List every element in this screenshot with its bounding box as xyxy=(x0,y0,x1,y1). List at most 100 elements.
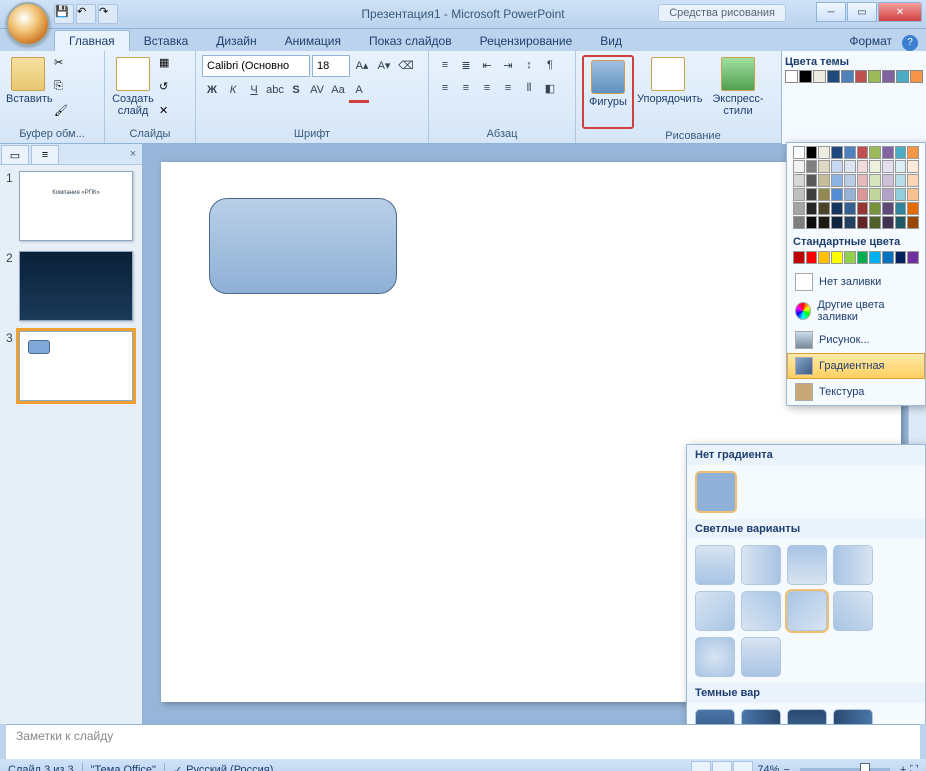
color-swatch[interactable] xyxy=(869,160,881,173)
color-swatch[interactable] xyxy=(806,216,818,229)
tab-animation[interactable]: Анимация xyxy=(271,31,355,51)
new-slide-button[interactable]: Создать слайд xyxy=(111,55,155,123)
copy-icon[interactable]: ⎘ xyxy=(53,79,75,101)
color-swatch[interactable] xyxy=(857,216,869,229)
arrange-button[interactable]: Упорядочить xyxy=(637,55,699,123)
color-swatch[interactable] xyxy=(806,202,818,215)
color-swatch[interactable] xyxy=(882,174,894,187)
color-swatch[interactable] xyxy=(806,160,818,173)
color-swatch[interactable] xyxy=(869,202,881,215)
color-swatch[interactable] xyxy=(882,251,894,264)
color-swatch[interactable] xyxy=(793,146,805,159)
color-swatch[interactable] xyxy=(844,146,856,159)
redo-icon[interactable]: ↷ xyxy=(98,4,118,24)
strike-icon[interactable]: abc xyxy=(265,80,285,100)
no-gradient-swatch[interactable] xyxy=(695,471,737,513)
text-dir-icon[interactable]: ¶ xyxy=(540,55,560,75)
color-swatch[interactable] xyxy=(882,202,894,215)
color-swatch[interactable] xyxy=(855,70,868,83)
color-swatch[interactable] xyxy=(895,251,907,264)
color-swatch[interactable] xyxy=(869,174,881,187)
grow-font-icon[interactable]: A▴ xyxy=(352,55,372,75)
font-name-combo[interactable]: Calibri (Основно xyxy=(202,55,310,77)
color-swatch[interactable] xyxy=(882,146,894,159)
color-swatch[interactable] xyxy=(844,251,856,264)
italic-icon[interactable]: К xyxy=(223,80,243,100)
picture-fill-item[interactable]: Рисунок... xyxy=(787,327,925,353)
tab-slideshow[interactable]: Показ слайдов xyxy=(355,31,466,51)
color-swatch[interactable] xyxy=(869,188,881,201)
color-swatch[interactable] xyxy=(907,251,919,264)
zoom-in-icon[interactable]: + xyxy=(900,764,906,771)
clear-format-icon[interactable]: ⌫ xyxy=(396,55,416,75)
color-swatch[interactable] xyxy=(895,188,907,201)
color-swatch[interactable] xyxy=(895,202,907,215)
color-swatch[interactable] xyxy=(869,146,881,159)
line-spacing-icon[interactable]: ↕ xyxy=(519,55,539,75)
color-swatch[interactable] xyxy=(895,174,907,187)
numbering-icon[interactable]: ≣ xyxy=(456,55,476,75)
slides-tab-icon[interactable]: ▭ xyxy=(1,145,29,165)
columns-icon[interactable]: ⫴ xyxy=(519,78,539,98)
color-swatch[interactable] xyxy=(857,202,869,215)
thumb-1[interactable]: 1 Компания «РПК» xyxy=(6,171,136,241)
gradient-fill-item[interactable]: Градиентная xyxy=(787,353,925,379)
color-swatch[interactable] xyxy=(785,70,798,83)
color-swatch[interactable] xyxy=(895,160,907,173)
color-swatch[interactable] xyxy=(806,146,818,159)
color-swatch[interactable] xyxy=(818,251,830,264)
color-swatch[interactable] xyxy=(818,160,830,173)
color-swatch[interactable] xyxy=(882,70,895,83)
color-swatch[interactable] xyxy=(857,188,869,201)
thumb-2[interactable]: 2 xyxy=(6,251,136,321)
color-swatch[interactable] xyxy=(844,202,856,215)
format-painter-icon[interactable]: 🖌 xyxy=(53,103,75,125)
color-swatch[interactable] xyxy=(799,70,812,83)
color-swatch[interactable] xyxy=(841,70,854,83)
zoom-value[interactable]: 74% xyxy=(757,764,779,771)
zoom-out-icon[interactable]: − xyxy=(783,764,789,771)
language[interactable]: Русский (Россия) xyxy=(186,764,273,771)
color-swatch[interactable] xyxy=(869,216,881,229)
color-swatch[interactable] xyxy=(818,146,830,159)
color-swatch[interactable] xyxy=(813,70,826,83)
paste-button[interactable]: Вставить xyxy=(6,55,50,123)
color-swatch[interactable] xyxy=(907,188,919,201)
spellcheck-icon[interactable]: ✓ xyxy=(173,764,182,771)
color-swatch[interactable] xyxy=(882,216,894,229)
color-swatch[interactable] xyxy=(857,251,869,264)
color-swatch[interactable] xyxy=(831,146,843,159)
color-swatch[interactable] xyxy=(793,174,805,187)
close-button[interactable]: ✕ xyxy=(878,2,922,22)
color-swatch[interactable] xyxy=(818,188,830,201)
indent-inc-icon[interactable]: ⇥ xyxy=(498,55,518,75)
normal-view-icon[interactable] xyxy=(691,761,711,771)
reset-icon[interactable]: ↺ xyxy=(158,79,180,101)
bold-icon[interactable]: Ж xyxy=(202,80,222,100)
outline-tab-icon[interactable]: ≡ xyxy=(31,145,59,165)
align-center-icon[interactable]: ≡ xyxy=(456,78,476,98)
color-swatch[interactable] xyxy=(844,160,856,173)
color-swatch[interactable] xyxy=(857,146,869,159)
font-color-icon[interactable]: A xyxy=(349,80,369,103)
color-swatch[interactable] xyxy=(806,188,818,201)
slideshow-view-icon[interactable] xyxy=(733,761,753,771)
color-swatch[interactable] xyxy=(831,202,843,215)
light-gradient-swatch[interactable] xyxy=(741,637,781,677)
shrink-font-icon[interactable]: A▾ xyxy=(374,55,394,75)
quick-styles-button[interactable]: Экспресс-стили xyxy=(702,55,774,123)
color-swatch[interactable] xyxy=(831,188,843,201)
color-swatch[interactable] xyxy=(831,174,843,187)
color-swatch[interactable] xyxy=(907,174,919,187)
color-swatch[interactable] xyxy=(806,174,818,187)
tab-design[interactable]: Дизайн xyxy=(202,31,270,51)
color-swatch[interactable] xyxy=(793,202,805,215)
color-swatch[interactable] xyxy=(844,174,856,187)
light-gradient-swatch[interactable] xyxy=(695,591,735,631)
color-swatch[interactable] xyxy=(831,160,843,173)
color-swatch[interactable] xyxy=(895,216,907,229)
layout-icon[interactable]: ▦ xyxy=(158,55,180,77)
color-swatch[interactable] xyxy=(831,251,843,264)
fit-icon[interactable]: ⛶ xyxy=(910,764,918,771)
indent-dec-icon[interactable]: ⇤ xyxy=(477,55,497,75)
